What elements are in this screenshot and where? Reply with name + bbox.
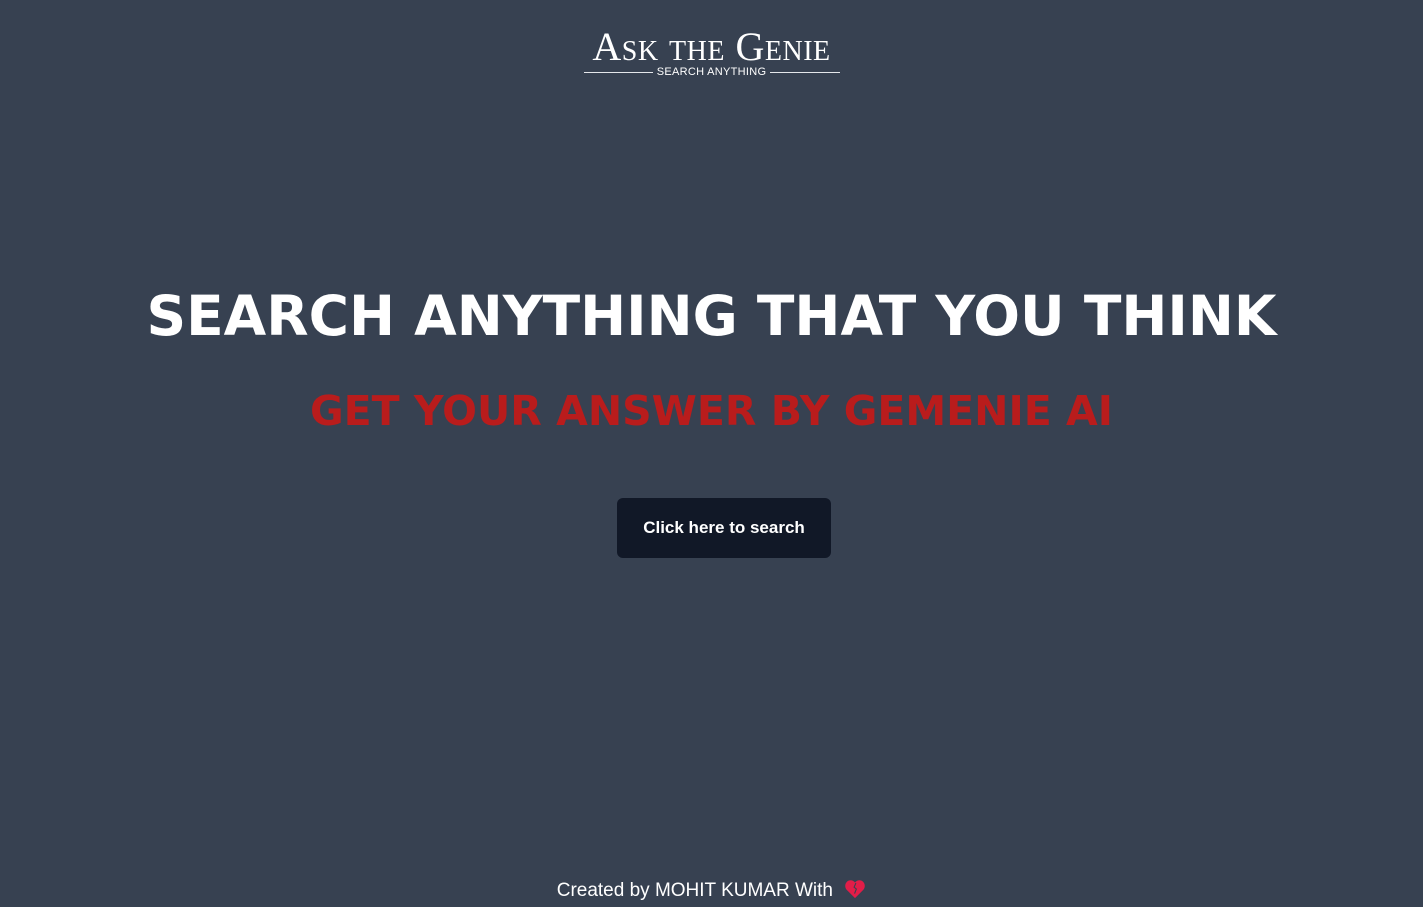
hero-subheadline: GET YOUR ANSWER BY GEMENIE AI — [309, 387, 1114, 435]
logo-tagline: SEARCH ANYTHING — [656, 66, 767, 78]
search-button[interactable]: Click here to search — [617, 498, 831, 558]
hero-headline: SEARCH ANYTHING THAT YOU THINK — [146, 284, 1277, 348]
logo-divider-right — [770, 71, 840, 73]
logo-divider-left — [583, 71, 653, 73]
logo-tagline-row: SEARCH ANYTHING — [583, 66, 840, 78]
footer-credit-text: Created by MOHIT KUMAR With — [556, 880, 833, 901]
logo-title: Ask the Genie — [592, 24, 831, 69]
site-logo[interactable]: Ask the Genie SEARCH ANYTHING — [0, 26, 1423, 78]
